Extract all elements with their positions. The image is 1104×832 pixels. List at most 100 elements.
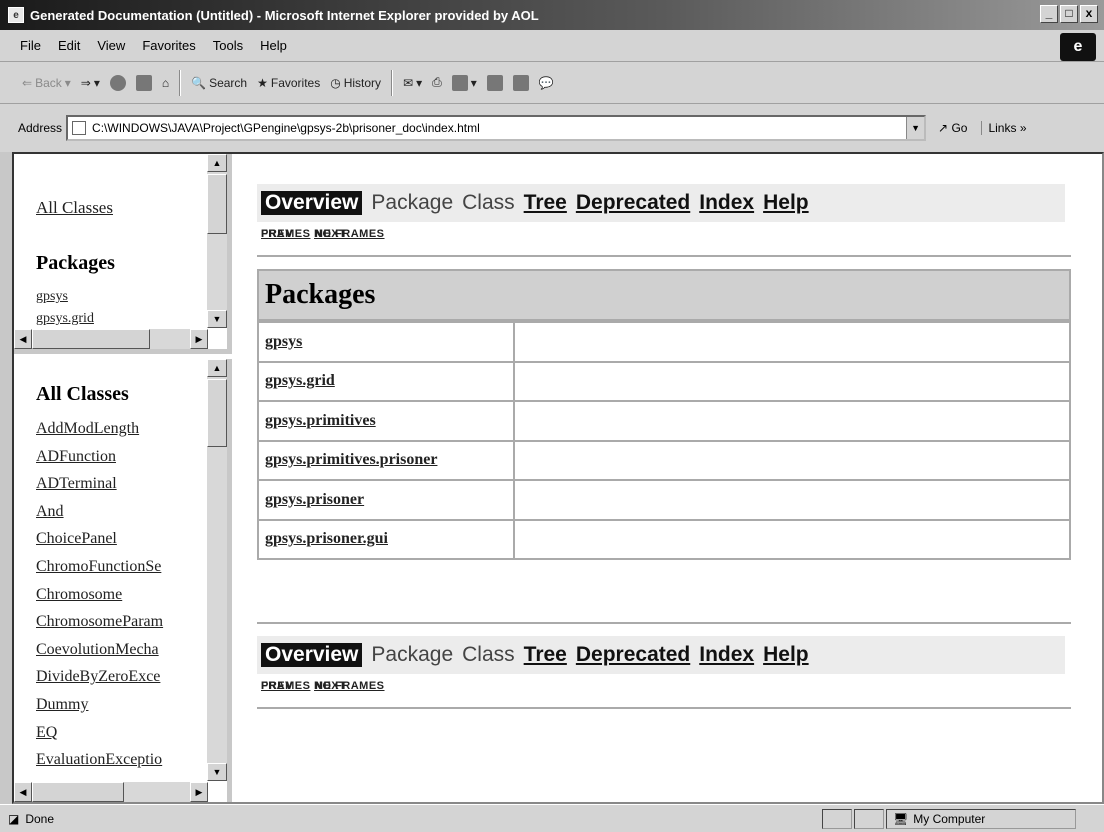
- package-link[interactable]: gpsys.grid: [265, 372, 335, 390]
- discuss-icon: [486, 74, 503, 91]
- nav-tree-link[interactable]: Tree: [524, 643, 567, 667]
- scroll-thumb[interactable]: [32, 329, 150, 349]
- class-link[interactable]: And: [36, 503, 64, 520]
- edit-button[interactable]: ▾: [451, 74, 477, 91]
- menu-edit[interactable]: Edit: [58, 38, 80, 53]
- maximize-button[interactable]: □: [1060, 5, 1078, 23]
- close-button[interactable]: x: [1080, 5, 1098, 23]
- go-arrow-icon: ↗: [938, 121, 949, 135]
- all-classes-heading: All Classes: [36, 383, 129, 405]
- package-link[interactable]: gpsys.prisoner: [265, 491, 364, 509]
- top-navbar: Overview Package Class Tree Deprecated I…: [257, 184, 1065, 222]
- page-done-icon: ◪: [8, 811, 20, 826]
- status-cell: [854, 808, 884, 829]
- classes-hscroll[interactable]: ◀ ▶: [14, 782, 208, 802]
- back-dropdown-icon: ▾: [64, 75, 71, 90]
- next-label: NEXT: [315, 680, 347, 692]
- scroll-up-icon[interactable]: ▲: [207, 154, 227, 172]
- class-link[interactable]: DivideByZeroExce: [36, 668, 160, 685]
- class-link[interactable]: ChromosomeParam: [36, 613, 163, 630]
- chat-button[interactable]: 💬: [539, 76, 554, 90]
- classes-vscroll[interactable]: ▲ ▼: [207, 359, 227, 781]
- menu-view[interactable]: View: [97, 38, 125, 53]
- scroll-down-icon[interactable]: ▼: [207, 763, 227, 781]
- go-button[interactable]: ↗ Go: [938, 121, 967, 135]
- packages-vscroll[interactable]: ▲ ▼: [207, 154, 227, 328]
- class-link[interactable]: EvaluationExceptio: [36, 751, 162, 768]
- back-arrow-icon: ⇐: [22, 75, 33, 90]
- scroll-down-icon[interactable]: ▼: [207, 310, 227, 328]
- links-button[interactable]: Links »: [981, 121, 1027, 135]
- package-link[interactable]: gpsys: [36, 289, 68, 304]
- forward-button[interactable]: ⇒ ▾: [81, 76, 100, 90]
- history-button[interactable]: ◷ History: [330, 76, 381, 90]
- forward-dropdown-icon: ▾: [93, 75, 100, 90]
- class-link[interactable]: ChromoFunctionSe: [36, 558, 161, 575]
- packages-list: gpsys gpsys.grid: [36, 286, 94, 330]
- packages-table: Packages gpsys gpsys.grid gpsys.primitiv…: [257, 269, 1071, 560]
- home-button[interactable]: ⌂: [162, 76, 169, 90]
- search-button[interactable]: 🔍 Search: [191, 76, 247, 90]
- scroll-right-icon[interactable]: ▶: [190, 782, 208, 802]
- toolbar-separator: [179, 69, 182, 96]
- browser-content: All Classes Packages gpsys gpsys.grid ▲ …: [12, 152, 1104, 804]
- stop-button[interactable]: [109, 74, 126, 91]
- class-link[interactable]: EQ: [36, 724, 57, 741]
- class-link[interactable]: Dummy: [36, 696, 88, 713]
- scroll-thumb[interactable]: [207, 174, 227, 234]
- package-link[interactable]: gpsys: [265, 333, 302, 351]
- back-button[interactable]: ⇐ Back ▾: [22, 76, 71, 90]
- print-button[interactable]: ⎙: [432, 75, 442, 90]
- scroll-left-icon[interactable]: ◀: [14, 782, 32, 802]
- class-link[interactable]: ChoicePanel: [36, 530, 117, 547]
- class-link[interactable]: CoevolutionMecha: [36, 641, 159, 658]
- scroll-thumb[interactable]: [207, 379, 227, 447]
- class-link[interactable]: ADTerminal: [36, 475, 117, 492]
- history-icon: ◷: [330, 75, 341, 90]
- scroll-left-icon[interactable]: ◀: [14, 329, 32, 349]
- forward-arrow-icon: ⇒: [80, 75, 91, 90]
- favorites-button[interactable]: ★ Favorites: [257, 76, 320, 90]
- package-link[interactable]: gpsys.prisoner.gui: [265, 530, 388, 548]
- all-classes-link[interactable]: All Classes: [36, 198, 113, 218]
- class-link[interactable]: ADFunction: [36, 448, 116, 465]
- nav-index-link[interactable]: Index: [699, 643, 754, 667]
- address-input[interactable]: C:\WINDOWS\JAVA\Project\GPengine\gpsys-2…: [66, 115, 927, 141]
- package-link[interactable]: gpsys.grid: [36, 311, 94, 326]
- packages-table-heading: Packages: [259, 271, 1069, 321]
- print-icon: ⎙: [432, 75, 442, 89]
- scroll-up-icon[interactable]: ▲: [207, 359, 227, 377]
- nav-package: Package: [371, 191, 454, 214]
- search-label: Search: [209, 75, 248, 90]
- package-link[interactable]: gpsys.primitives.prisoner: [265, 451, 437, 469]
- window-controls: _ □ x: [1040, 5, 1098, 23]
- address-dropdown-icon[interactable]: ▼: [906, 117, 925, 139]
- mail-button[interactable]: ✉ ▾: [403, 76, 422, 90]
- package-link[interactable]: gpsys.primitives: [265, 412, 376, 430]
- divider: [257, 255, 1071, 257]
- nav-help-link[interactable]: Help: [763, 643, 809, 667]
- address-label: Address: [18, 121, 63, 135]
- class-link[interactable]: AddModLength: [36, 420, 139, 437]
- nav-help-link[interactable]: Help: [763, 191, 809, 215]
- menu-tools[interactable]: Tools: [213, 38, 243, 53]
- nav-class: Class: [462, 643, 515, 666]
- nav-index-link[interactable]: Index: [699, 191, 754, 215]
- packages-hscroll[interactable]: ◀ ▶: [14, 329, 208, 349]
- classes-frame: All Classes AddModLength ADFunction ADTe…: [14, 359, 232, 802]
- menu-favorites[interactable]: Favorites: [142, 38, 195, 53]
- menu-file[interactable]: File: [20, 38, 41, 53]
- class-link[interactable]: Chromosome: [36, 586, 122, 603]
- nav-deprecated-link[interactable]: Deprecated: [576, 191, 690, 215]
- prev-label: PREV: [261, 680, 293, 692]
- nav-tree-link[interactable]: Tree: [524, 191, 567, 215]
- nav-deprecated-link[interactable]: Deprecated: [576, 643, 690, 667]
- scroll-right-icon[interactable]: ▶: [190, 329, 208, 349]
- menu-help[interactable]: Help: [260, 38, 287, 53]
- minimize-button[interactable]: _: [1040, 5, 1058, 23]
- discuss-button[interactable]: [486, 74, 503, 91]
- messenger-button[interactable]: [512, 74, 529, 91]
- scroll-thumb[interactable]: [32, 782, 124, 802]
- table-row: gpsys.primitives: [259, 400, 1069, 440]
- refresh-button[interactable]: [135, 74, 152, 91]
